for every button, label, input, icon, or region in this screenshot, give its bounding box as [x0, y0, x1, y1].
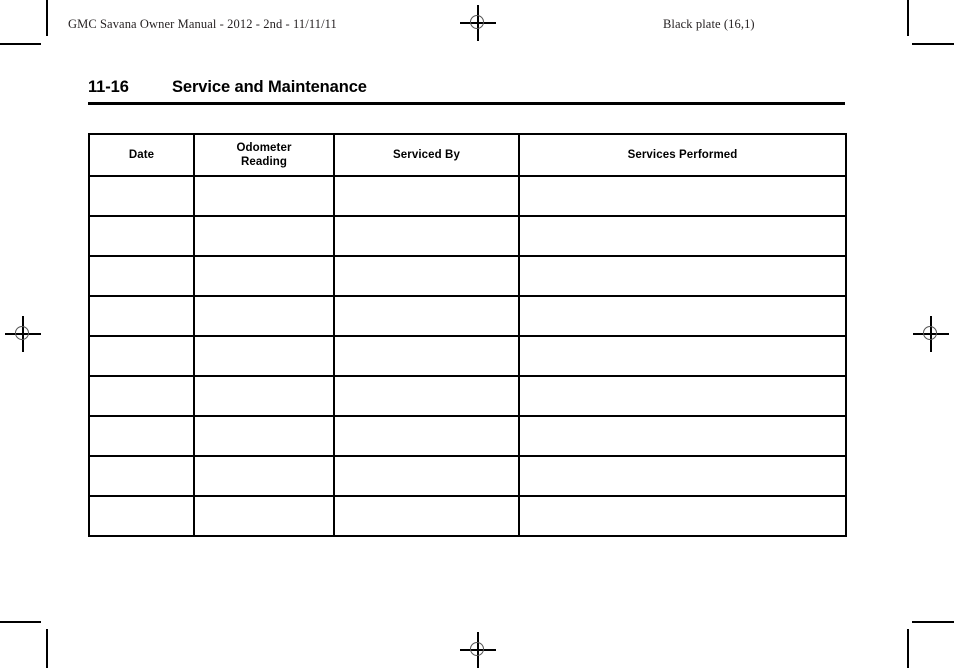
cell-services-performed[interactable] — [518, 335, 847, 377]
registration-mark-bottom-center — [460, 632, 496, 668]
cell-services-performed[interactable] — [518, 215, 847, 257]
table-row — [88, 175, 847, 217]
column-header-odometer-reading: Odometer Reading — [193, 133, 335, 177]
cell-services-performed[interactable] — [518, 415, 847, 457]
cell-date[interactable] — [88, 495, 195, 537]
cell-date[interactable] — [88, 295, 195, 337]
registration-circle — [923, 326, 937, 340]
column-header-serviced-by-line-1: Serviced By — [393, 148, 460, 161]
registration-circle — [470, 642, 484, 656]
registration-circle — [15, 326, 29, 340]
cell-services-performed[interactable] — [518, 255, 847, 297]
crop-mark-bottom-left-horizontal — [0, 621, 41, 623]
page-title: 11-16 Service and Maintenance — [88, 78, 845, 97]
table-row — [88, 255, 847, 297]
cell-services-performed[interactable] — [518, 375, 847, 417]
cell-odometer-reading[interactable] — [193, 415, 335, 457]
crop-mark-top-left-horizontal — [0, 43, 41, 45]
cell-services-performed[interactable] — [518, 175, 847, 217]
cell-odometer-reading[interactable] — [193, 495, 335, 537]
table-row — [88, 375, 847, 417]
page-title-block: 11-16 Service and Maintenance — [88, 78, 845, 105]
table-row — [88, 455, 847, 497]
cell-odometer-reading[interactable] — [193, 335, 335, 377]
page-title-text: Service and Maintenance — [172, 78, 367, 96]
table-header: Date Odometer Reading Serviced By Servic… — [88, 133, 847, 177]
cell-serviced-by[interactable] — [333, 255, 520, 297]
table-row — [88, 495, 847, 537]
page-number: 11-16 — [88, 78, 129, 96]
manual-page: GMC Savana Owner Manual - 2012 - 2nd - 1… — [0, 0, 954, 668]
cell-serviced-by[interactable] — [333, 375, 520, 417]
cell-date[interactable] — [88, 415, 195, 457]
cell-serviced-by[interactable] — [333, 335, 520, 377]
table-row — [88, 215, 847, 257]
column-header-date-line-1: Date — [128, 148, 155, 161]
table-row — [88, 335, 847, 377]
registration-mark-top-center — [460, 5, 496, 41]
cell-date[interactable] — [88, 375, 195, 417]
column-header-services-performed-line-1: Services Performed — [627, 148, 738, 161]
cell-date[interactable] — [88, 335, 195, 377]
maintenance-record-table: Date Odometer Reading Serviced By Servic… — [88, 133, 847, 537]
running-head-left: GMC Savana Owner Manual - 2012 - 2nd - 1… — [68, 17, 337, 31]
cell-odometer-reading[interactable] — [193, 455, 335, 497]
cell-odometer-reading[interactable] — [193, 295, 335, 337]
column-header-odometer-line-2: Reading — [240, 156, 288, 168]
crop-mark-top-left-vertical — [46, 0, 48, 36]
cell-serviced-by[interactable] — [333, 415, 520, 457]
column-header-services-performed: Services Performed — [518, 133, 847, 177]
page-title-rule — [88, 102, 845, 105]
cell-serviced-by[interactable] — [333, 295, 520, 337]
cell-serviced-by[interactable] — [333, 495, 520, 537]
crop-mark-bottom-left-vertical — [46, 629, 48, 668]
cell-odometer-reading[interactable] — [193, 375, 335, 417]
cell-serviced-by[interactable] — [333, 175, 520, 217]
maintenance-record-table-wrapper: Date Odometer Reading Serviced By Servic… — [88, 133, 847, 537]
registration-mark-left-middle — [5, 316, 41, 352]
cell-services-performed[interactable] — [518, 455, 847, 497]
cell-date[interactable] — [88, 175, 195, 217]
cell-serviced-by[interactable] — [333, 455, 520, 497]
crop-mark-bottom-right-horizontal — [912, 621, 954, 623]
cell-services-performed[interactable] — [518, 295, 847, 337]
crop-mark-top-right-horizontal — [912, 43, 954, 45]
cell-odometer-reading[interactable] — [193, 215, 335, 257]
column-header-date: Date — [88, 133, 195, 177]
running-head-right: Black plate (16,1) — [663, 17, 755, 31]
registration-mark-right-middle — [913, 316, 949, 352]
table-row — [88, 415, 847, 457]
table-body — [88, 175, 847, 537]
table-header-row: Date Odometer Reading Serviced By Servic… — [88, 133, 847, 177]
column-header-odometer-line-1: Odometer — [236, 141, 292, 154]
cell-odometer-reading[interactable] — [193, 255, 335, 297]
registration-circle — [470, 15, 484, 29]
crop-mark-bottom-right-vertical — [907, 629, 909, 668]
cell-services-performed[interactable] — [518, 495, 847, 537]
column-header-serviced-by: Serviced By — [333, 133, 520, 177]
cell-date[interactable] — [88, 255, 195, 297]
cell-odometer-reading[interactable] — [193, 175, 335, 217]
cell-date[interactable] — [88, 215, 195, 257]
table-row — [88, 295, 847, 337]
cell-serviced-by[interactable] — [333, 215, 520, 257]
cell-date[interactable] — [88, 455, 195, 497]
crop-mark-top-right-vertical — [907, 0, 909, 36]
